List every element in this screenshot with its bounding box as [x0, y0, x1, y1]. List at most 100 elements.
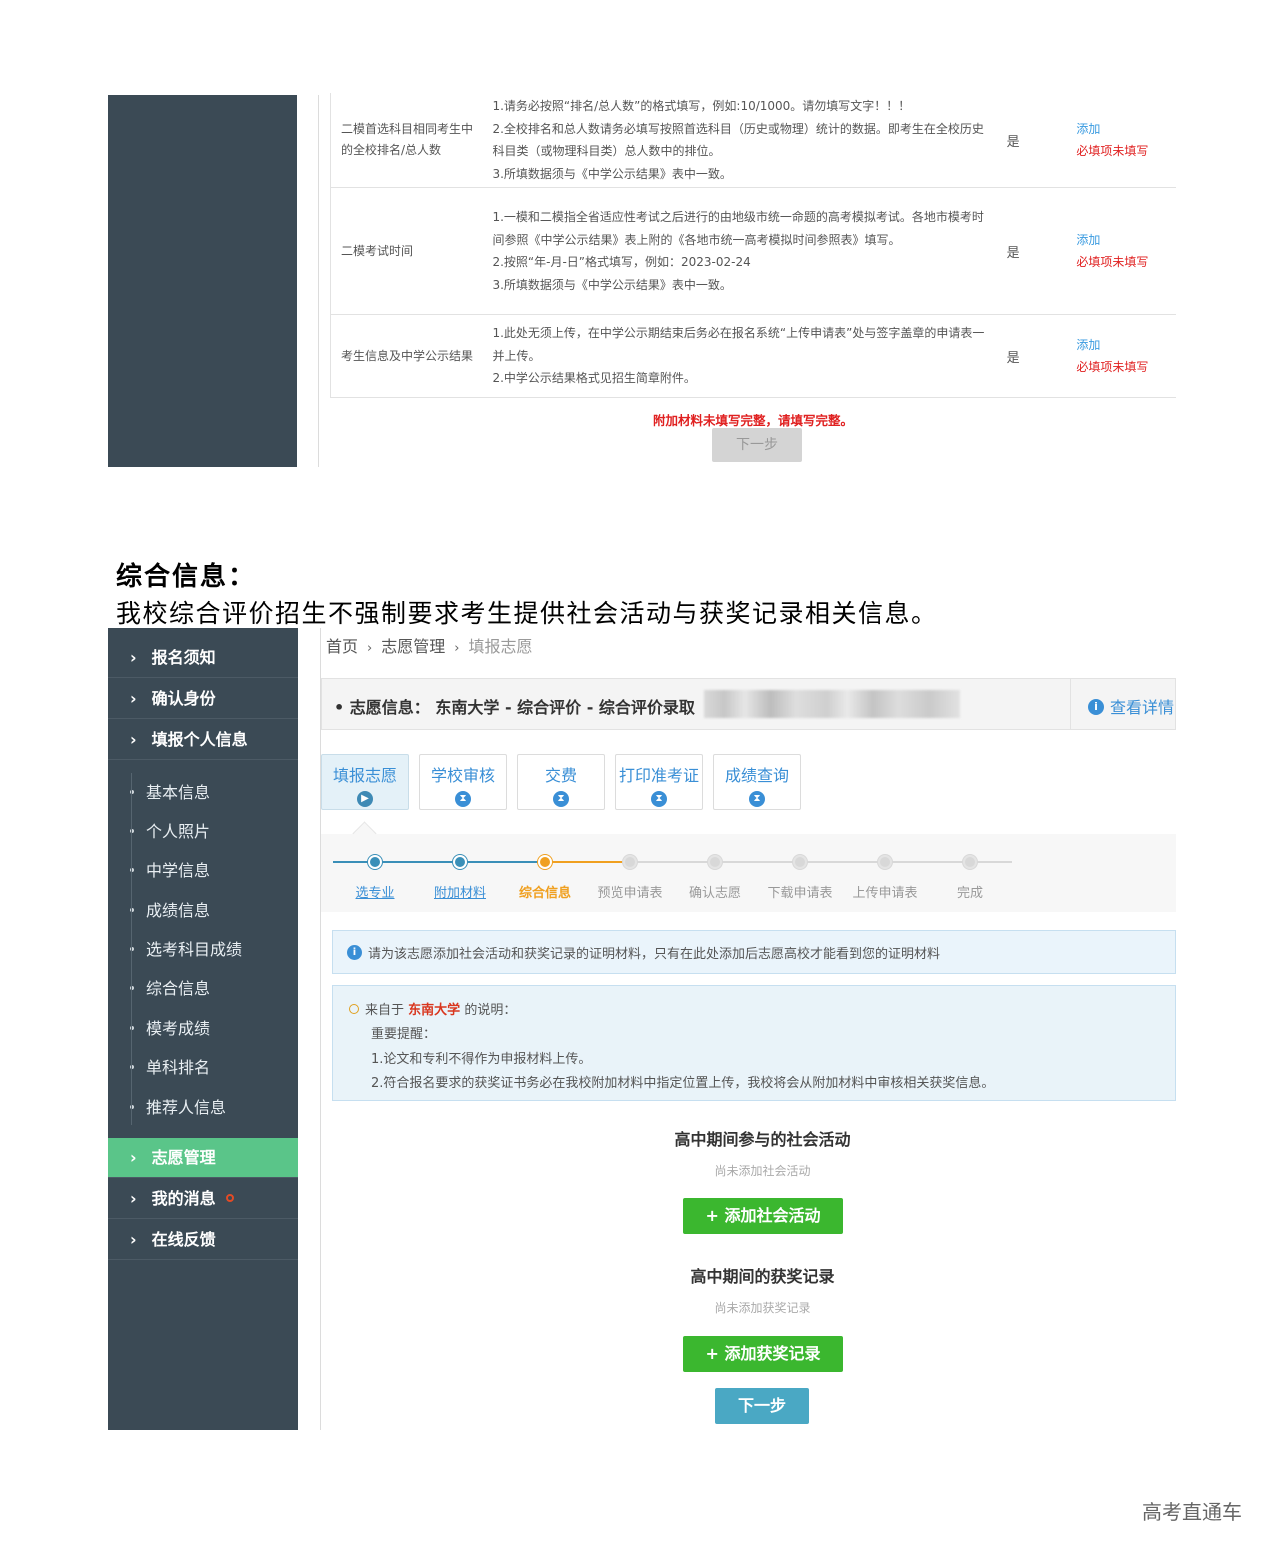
step-connector: [545, 861, 630, 863]
tab-payment[interactable]: 交费 ⧗: [517, 754, 605, 810]
nav-label: 单科排名: [146, 1058, 211, 1077]
table-row: 考生信息及中学公示结果 1.此处无须上传，在中学公示期结束后务必在报名系统“上传…: [330, 315, 1176, 398]
hourglass-icon: ⧗: [455, 791, 471, 807]
step-label[interactable]: 附加材料: [415, 882, 505, 901]
nav-my-messages[interactable]: › 我的消息: [108, 1179, 298, 1219]
sidebar-item-mock-exam[interactable]: 模考成绩: [108, 1009, 298, 1048]
nav-confirm-identity[interactable]: › 确认身份: [108, 679, 298, 719]
info-icon: i: [1088, 698, 1104, 715]
chevron-right-icon: ›: [130, 689, 137, 708]
section-description: 我校综合评价招生不强制要求考生提供社会活动与获奖记录相关信息。: [116, 599, 938, 628]
required-flag: 是: [1006, 245, 1020, 261]
required-warning: 必填项未填写: [1076, 360, 1149, 374]
nav-label: 我的消息: [151, 1189, 216, 1208]
field-desc: 1.请务必按照“排名/总人数”的格式填写，例如:10/1000。请勿填写文字！！…: [482, 91, 984, 189]
awards-empty: 尚未添加获奖记录: [714, 1301, 811, 1315]
nav-application-mgmt[interactable]: › 志愿管理: [108, 1138, 298, 1178]
next-step-button[interactable]: 下一步: [715, 1388, 809, 1424]
breadcrumb-separator: ›: [454, 641, 460, 656]
row-actions: 添加 必填项未填写: [1076, 229, 1176, 273]
info-icon: i: [347, 945, 362, 960]
nav-label: 确认身份: [151, 689, 216, 708]
breadcrumb-mgmt[interactable]: 志愿管理: [381, 637, 445, 656]
sidebar-panel: [108, 95, 297, 467]
next-button-disabled[interactable]: 下一步: [712, 428, 802, 462]
social-activities-title: 高中期间参与的社会活动: [674, 1130, 851, 1149]
sidebar-item-subject-rank[interactable]: 单科排名: [108, 1048, 298, 1087]
nav-feedback[interactable]: › 在线反馈: [108, 1220, 298, 1260]
chevron-right-icon: ›: [130, 1230, 137, 1249]
step-dot: [963, 855, 977, 869]
error-message: 附加材料未填写完整，请填写完整。: [652, 413, 853, 428]
nav-label: 选考科目成绩: [146, 940, 243, 959]
view-details-link[interactable]: i 查看详情: [1088, 694, 1174, 718]
desc-line: 1.请务必按照“排名/总人数”的格式填写，例如:10/1000。请勿填写文字！！…: [492, 99, 911, 113]
step-label[interactable]: 选专业: [330, 882, 420, 901]
submenu-rail: [131, 773, 132, 1125]
breadcrumb-home[interactable]: 首页: [326, 637, 358, 656]
step-label: 预览申请表: [597, 886, 663, 901]
note-from-prefix: 来自于: [365, 1003, 405, 1018]
add-award-button[interactable]: + 添加获奖记录: [683, 1336, 843, 1372]
tab-print-ticket[interactable]: 打印准考证 ⧗: [615, 754, 703, 810]
sidebar-item-photo[interactable]: 个人照片: [108, 812, 298, 851]
add-link[interactable]: 添加: [1076, 118, 1176, 140]
nav-label: 成绩信息: [146, 901, 211, 920]
note-line-2: 2.符合报名要求的获奖证书务必在我校附加材料中指定位置上传，我校将会从附加材料中…: [371, 1076, 995, 1091]
add-social-activity-button[interactable]: + 添加社会活动: [683, 1198, 843, 1234]
note-school: 东南大学: [408, 1003, 461, 1018]
nav-label: 志愿管理: [151, 1148, 216, 1167]
redacted-area: [704, 690, 960, 718]
note-source: 来自于 东南大学 的说明：: [349, 999, 516, 1018]
desc-line: 3.所填数据须与《中学公示结果》表中一致。: [492, 277, 732, 292]
play-icon: ▶: [357, 791, 373, 807]
section-title: 综合信息：: [116, 562, 257, 592]
field-name: 二模考试时间: [341, 243, 414, 258]
field-name: 二模首选科目相同考生中的全校排名/总人数: [341, 122, 474, 157]
note-heading: 重要提醒：: [371, 1027, 437, 1042]
tab-score-query[interactable]: 成绩查询 ⧗: [713, 754, 801, 810]
divider: [320, 628, 321, 1430]
step-dot: [878, 855, 892, 869]
step-connector: [715, 861, 800, 863]
application-info-text: 志愿信息： 东南大学 - 综合评价 - 综合评价录取: [349, 698, 695, 717]
tab-school-review[interactable]: 学校审核 ⧗: [419, 754, 507, 810]
nav-personal-info[interactable]: › 填报个人信息: [108, 720, 298, 760]
sidebar-item-school-info[interactable]: 中学信息: [108, 851, 298, 890]
attachment-table: 二模首选科目相同考生中的全校排名/总人数 1.请务必按照“排名/总人数”的格式填…: [330, 93, 1176, 398]
chevron-right-icon: ›: [130, 1148, 137, 1167]
sidebar-item-basic-info[interactable]: 基本信息: [108, 773, 298, 812]
sidebar-item-grades[interactable]: 成绩信息: [108, 891, 298, 930]
step-label: 综合信息: [518, 886, 571, 901]
sidebar-item-comprehensive[interactable]: 综合信息: [108, 969, 298, 1008]
sidebar-item-elective-grades[interactable]: 选考科目成绩: [108, 930, 298, 969]
tab-label: 交费: [544, 766, 577, 785]
nav-label: 推荐人信息: [146, 1098, 227, 1117]
breadcrumb: 首页 › 志愿管理 › 填报志愿: [326, 633, 532, 657]
desc-line: 1.一模和二模指全省适应性考试之后进行的由地级市统一命题的高考模拟考试。各地市模…: [492, 210, 984, 247]
tab-label: 成绩查询: [724, 766, 789, 785]
step-label: 确认志愿: [688, 886, 741, 901]
chevron-right-icon: ›: [130, 1189, 137, 1208]
nav-label: 个人照片: [146, 822, 211, 841]
application-info: • 志愿信息： 东南大学 - 综合评价 - 综合评价录取: [334, 698, 695, 717]
add-link[interactable]: 添加: [1076, 334, 1176, 356]
tab-fill-application[interactable]: 填报志愿 ▶: [321, 754, 409, 810]
watermark: 高考直通车: [1142, 1500, 1242, 1524]
add-link[interactable]: 添加: [1076, 229, 1176, 251]
field-name: 考生信息及中学公示结果: [341, 348, 474, 363]
social-activities-empty: 尚未添加社会活动: [714, 1164, 811, 1178]
attachment-screenshot: 二模首选科目相同考生中的全校排名/总人数 1.请务必按照“排名/总人数”的格式填…: [0, 0, 1280, 520]
step-dot: [368, 855, 382, 869]
note-line-1: 1.论文和专利不得作为申报材料上传。: [371, 1052, 592, 1067]
tip-label: 请为该志愿添加社会活动和获奖记录的证明材料，只有在此处添加后志愿高校才能看到您的…: [368, 947, 941, 962]
row-actions: 添加 必填项未填写: [1076, 118, 1176, 162]
step-connector: [885, 861, 970, 863]
nav-baoming-xuzhi[interactable]: › 报名须知: [108, 638, 298, 678]
sidebar-item-recommender[interactable]: 推荐人信息: [108, 1088, 298, 1127]
tab-label: 打印准考证: [618, 766, 699, 785]
table-row: 二模考试时间 1.一模和二模指全省适应性考试之后进行的由地级市统一命题的高考模拟…: [330, 188, 1176, 315]
step-dot: [538, 855, 552, 869]
nav-label: 基本信息: [146, 783, 211, 802]
desc-line: 2.按照“年-月-日”格式填写，例如：2023-02-24: [492, 255, 751, 269]
